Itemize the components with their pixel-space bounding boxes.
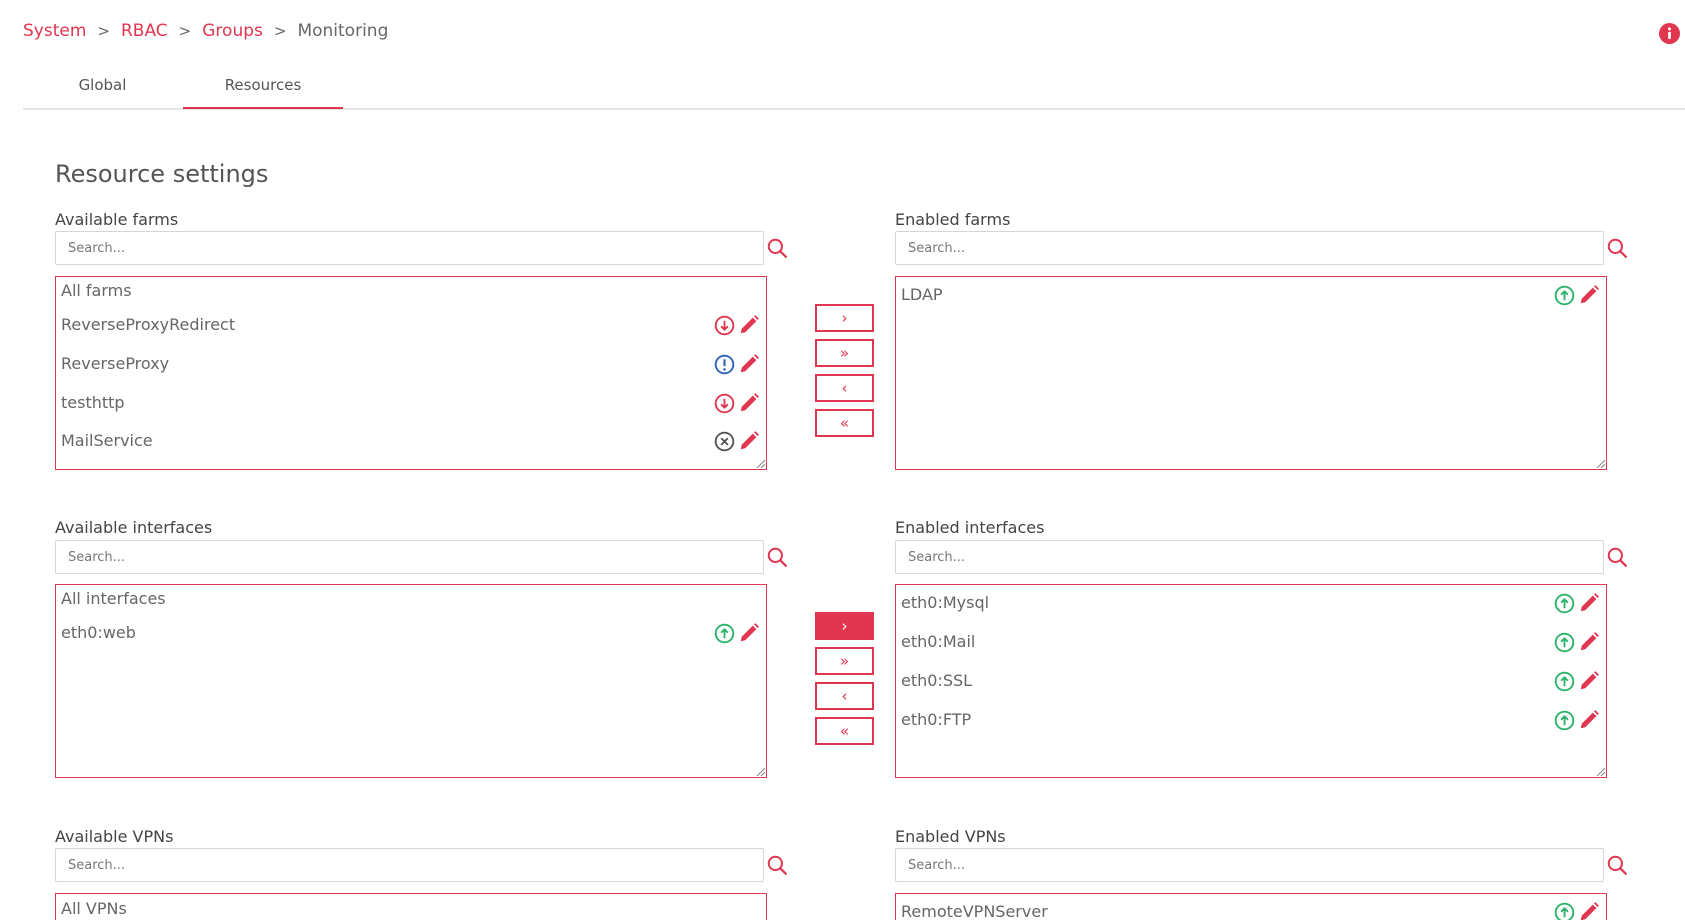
list-header[interactable]: All VPNs xyxy=(61,899,127,918)
enabled-vpns-list[interactable]: RemoteVPNServer xyxy=(895,893,1607,920)
x-circle-icon xyxy=(714,431,735,452)
pencil-icon[interactable] xyxy=(738,392,760,414)
list-item[interactable]: RemoteVPNServer xyxy=(896,896,1606,920)
arrow-up-circle-icon xyxy=(1554,902,1575,920)
available-farms-label: Available farms xyxy=(55,210,179,229)
resize-handle-icon[interactable] xyxy=(1595,766,1605,776)
info-icon[interactable] xyxy=(1659,23,1680,44)
available-interfaces-label: Available interfaces xyxy=(55,518,213,537)
list-header[interactable]: All interfaces xyxy=(61,589,166,608)
list-item-name: ReverseProxy xyxy=(61,354,170,373)
arrow-up-circle-icon xyxy=(1554,285,1575,306)
list-item[interactable]: eth0:Mysql xyxy=(896,587,1606,621)
add-all-button[interactable]: » xyxy=(815,647,874,675)
search-icon[interactable] xyxy=(766,546,788,568)
arrow-up-circle-icon xyxy=(1554,671,1575,692)
arrow-up-circle-icon xyxy=(1554,632,1575,653)
available-farms-search-input[interactable] xyxy=(55,231,764,265)
enabled-vpns-search-input[interactable] xyxy=(895,848,1604,882)
pencil-icon[interactable] xyxy=(738,430,760,452)
enabled-farms-label: Enabled farms xyxy=(895,210,1011,229)
search-icon[interactable] xyxy=(1606,546,1628,568)
available-vpns-search-input[interactable] xyxy=(55,848,764,882)
exclamation-circle-icon xyxy=(714,354,735,375)
enabled-interfaces-search-input[interactable] xyxy=(895,540,1604,574)
available-interfaces-list[interactable]: All interfaces eth0:web xyxy=(55,584,767,778)
add-selected-button[interactable]: › xyxy=(815,612,874,640)
pencil-icon[interactable] xyxy=(738,622,760,644)
list-item-name: eth0:SSL xyxy=(901,671,973,690)
breadcrumb-system[interactable]: System xyxy=(23,21,86,41)
page-title: Resource settings xyxy=(55,160,269,188)
arrow-up-circle-icon xyxy=(1554,593,1575,614)
pencil-icon[interactable] xyxy=(1578,631,1600,653)
resize-handle-icon[interactable] xyxy=(1595,458,1605,468)
breadcrumb-groups[interactable]: Groups xyxy=(202,21,263,41)
list-item-name: ReverseProxyRedirect xyxy=(61,315,236,334)
available-farms-list[interactable]: All farms ReverseProxyRedirect ReversePr… xyxy=(55,276,767,470)
pencil-icon[interactable] xyxy=(1578,901,1600,920)
breadcrumb-separator: > xyxy=(273,22,287,40)
available-vpns-list[interactable]: All VPNs xyxy=(55,893,767,920)
list-item-name: eth0:Mail xyxy=(901,632,976,651)
remove-all-button[interactable]: « xyxy=(815,717,874,745)
list-item[interactable]: LDAP xyxy=(896,279,1606,313)
active-tab-indicator xyxy=(183,107,343,109)
breadcrumb-separator: > xyxy=(97,22,110,40)
arrow-down-circle-icon xyxy=(714,315,735,336)
search-icon[interactable] xyxy=(1606,237,1628,259)
arrow-up-circle-icon xyxy=(1554,710,1575,731)
list-item[interactable]: ReverseProxy xyxy=(56,348,766,382)
tab-bar: Global Resources xyxy=(23,64,1685,110)
list-item[interactable]: eth0:Mail xyxy=(896,626,1606,660)
list-item-name: LDAP xyxy=(901,285,943,304)
pencil-icon[interactable] xyxy=(738,314,760,336)
list-item[interactable]: eth0:SSL xyxy=(896,665,1606,699)
search-icon[interactable] xyxy=(1606,854,1628,876)
add-selected-button[interactable]: › xyxy=(815,304,874,332)
resize-handle-icon[interactable] xyxy=(755,458,765,468)
remove-all-button[interactable]: « xyxy=(815,409,874,437)
enabled-farms-list[interactable]: LDAP xyxy=(895,276,1607,470)
resize-handle-icon[interactable] xyxy=(755,766,765,776)
tab-global[interactable]: Global xyxy=(45,76,160,94)
list-item-name: eth0:web xyxy=(61,623,136,642)
list-item-name: MailService xyxy=(61,431,153,450)
search-icon[interactable] xyxy=(766,237,788,259)
tab-resources[interactable]: Resources xyxy=(183,76,343,94)
breadcrumb-current: Monitoring xyxy=(297,21,389,41)
enabled-interfaces-list[interactable]: eth0:Mysql eth0:Mail eth0:SSL eth0:FTP xyxy=(895,584,1607,778)
remove-selected-button[interactable]: ‹ xyxy=(815,682,874,710)
pencil-icon[interactable] xyxy=(738,353,760,375)
arrow-up-circle-icon xyxy=(714,623,735,644)
pencil-icon[interactable] xyxy=(1578,592,1600,614)
list-item-name: eth0:Mysql xyxy=(901,593,990,612)
breadcrumb-separator: > xyxy=(178,22,192,40)
search-icon[interactable] xyxy=(766,854,788,876)
breadcrumb: System > RBAC > Groups > Monitoring xyxy=(23,21,388,41)
pencil-icon[interactable] xyxy=(1578,284,1600,306)
pencil-icon[interactable] xyxy=(1578,709,1600,731)
enabled-interfaces-label: Enabled interfaces xyxy=(895,518,1045,537)
enabled-vpns-label: Enabled VPNs xyxy=(895,827,1006,846)
remove-selected-button[interactable]: ‹ xyxy=(815,374,874,402)
pencil-icon[interactable] xyxy=(1578,670,1600,692)
list-item[interactable]: MailService xyxy=(56,425,766,459)
list-item-name: eth0:FTP xyxy=(901,710,972,729)
list-item[interactable]: eth0:web xyxy=(56,617,766,651)
enabled-farms-search-input[interactable] xyxy=(895,231,1604,265)
list-item[interactable]: ReverseProxyRedirect xyxy=(56,309,766,343)
list-item[interactable]: eth0:FTP xyxy=(896,704,1606,738)
list-header[interactable]: All farms xyxy=(61,281,132,300)
breadcrumb-rbac[interactable]: RBAC xyxy=(121,21,168,41)
list-item-name: RemoteVPNServer xyxy=(901,902,1048,920)
list-item[interactable]: testhttp xyxy=(56,387,766,421)
arrow-down-circle-icon xyxy=(714,393,735,414)
available-interfaces-search-input[interactable] xyxy=(55,540,764,574)
list-item-name: testhttp xyxy=(61,393,125,412)
available-vpns-label: Available VPNs xyxy=(55,827,174,846)
add-all-button[interactable]: » xyxy=(815,339,874,367)
